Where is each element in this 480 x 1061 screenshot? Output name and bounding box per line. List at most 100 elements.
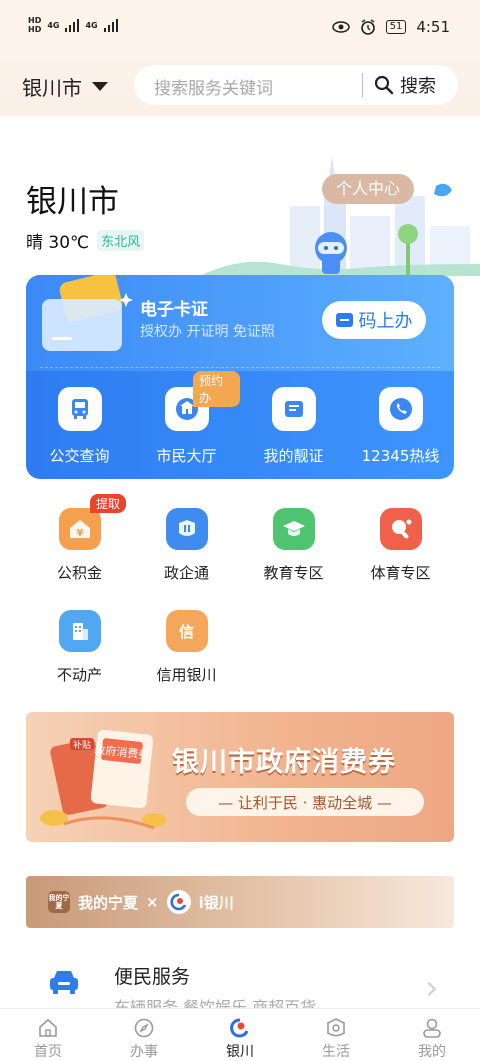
ecard-subtitle: 授权办 开证明 免证照: [140, 324, 275, 340]
search-input[interactable]: 搜索服务关键词: [154, 74, 273, 99]
bottom-tab-bar: 首页 办事 银川 生活 我的: [0, 1008, 480, 1061]
consumption-voucher-banner[interactable]: 政府消费券 补贴 银川市政府消费券 — 让利于民 · 惠动全城 —: [26, 712, 454, 842]
tab-home[interactable]: 首页: [0, 1009, 96, 1061]
phone-icon: [378, 387, 423, 431]
id-card-illustration-icon: [42, 275, 133, 351]
svg-text:¥: ¥: [76, 528, 83, 539]
code-handle-button[interactable]: 码上办: [322, 301, 426, 339]
ecard-panel: 电子卡证 授权办 开证明 免证照 码上办 公交查询 预约办 市民大厅 我的靓证: [26, 275, 454, 479]
ecard-title: 电子卡证: [140, 300, 208, 320]
signal1-icon: [65, 18, 80, 32]
shortcut-label: 公交查询: [49, 447, 110, 465]
status-right: 51 4:51: [331, 18, 450, 36]
banner-title: 银川市政府消费券: [172, 747, 396, 778]
chevron-right-icon: [421, 981, 437, 997]
withdraw-badge: 提取: [90, 494, 127, 513]
convenience-title: 便民服务: [114, 966, 191, 988]
shortcut-label: 我的靓证: [263, 447, 324, 465]
ecard-header[interactable]: 电子卡证 授权办 开证明 免证照 码上办: [26, 275, 454, 371]
network2-label: 4G: [85, 20, 98, 30]
certificate-icon: [271, 387, 316, 431]
eye-icon: [331, 21, 350, 33]
personal-center-button[interactable]: 个人中心: [322, 174, 415, 204]
cobrand-cross: ×: [146, 893, 159, 911]
tab-services[interactable]: 办事: [96, 1009, 192, 1061]
caret-down-icon: [92, 82, 108, 91]
service-credit[interactable]: 信 信用银川: [133, 610, 240, 712]
card-icon: [335, 313, 353, 327]
sim-indicators: HD HD: [28, 16, 41, 34]
shortcut-label: 12345热线: [361, 447, 440, 465]
banner-subtitle: — 让利于民 · 惠动全城 —: [186, 788, 424, 816]
tab-label: 银川: [226, 1044, 254, 1060]
voucher-illustration: 政府消费券 补贴: [40, 729, 166, 830]
yinchuan-logo-icon: [230, 1018, 249, 1038]
home-icon: [39, 1018, 57, 1037]
service-enterprise[interactable]: 政企通: [133, 508, 240, 610]
code-handle-label: 码上办: [358, 311, 413, 332]
clock: 4:51: [416, 18, 450, 36]
wind-tag: 东北风: [97, 230, 145, 251]
tab-label: 首页: [34, 1044, 62, 1060]
shortcut-my-certificate[interactable]: 我的靓证: [240, 387, 347, 466]
search-button[interactable]: 搜索: [374, 72, 436, 98]
tab-label: 生活: [322, 1044, 350, 1060]
shortcut-citizen-hall[interactable]: 预约办 市民大厅: [133, 371, 240, 466]
status-left: HD HD 4G 4G: [28, 16, 118, 34]
cobrand-right: i银川: [198, 893, 234, 912]
sim2-label: HD: [28, 25, 42, 34]
alarm-icon: [360, 19, 375, 35]
signal2-icon: [103, 18, 118, 32]
cobrand-left: 我的宁夏: [78, 893, 139, 912]
hero: 银川市 晴 30℃ 东北风 个人中心: [0, 116, 480, 276]
shortcut-label: 市民大厅: [156, 447, 217, 465]
cobrand-strip[interactable]: 我的宁夏 我的宁夏 × i银川: [26, 876, 454, 928]
subsidy-tag: 补贴: [73, 739, 91, 751]
my-ningxia-logo-icon: 我的宁夏: [48, 891, 70, 913]
convenience-service[interactable]: 便民服务 车辆服务 餐饮娱乐 商超百货: [0, 948, 480, 1017]
appointment-badge: 预约办: [193, 371, 240, 407]
city-selector[interactable]: 银川市: [22, 72, 108, 101]
service-row: 提取 ¥ 公积金 政企通 教育专区 体育专区: [26, 494, 454, 610]
service-label: 政企通: [163, 564, 209, 582]
credit-glyph: 信: [178, 622, 194, 641]
service-real-estate[interactable]: 不动产: [26, 610, 133, 712]
user-icon: [423, 1018, 441, 1038]
education-icon: [272, 508, 315, 550]
tab-yinchuan[interactable]: 银川: [192, 1009, 288, 1061]
weather-text: 晴 30℃: [26, 233, 90, 253]
city-skyline-illustration: [200, 156, 480, 276]
service-grid: 提取 ¥ 公积金 政企通 教育专区 体育专区 不动产 信 信用银川: [26, 494, 454, 712]
service-label: 体育专区: [370, 564, 431, 582]
service-education[interactable]: 教育专区: [240, 508, 347, 610]
ecard-divider: [40, 367, 440, 368]
weather-info: 晴 30℃ 东北风: [26, 228, 145, 253]
shortcut-hotline[interactable]: 12345热线: [347, 387, 454, 466]
enterprise-icon: [165, 508, 208, 550]
header: 银川市 搜索服务关键词 搜索: [0, 56, 480, 116]
battery-indicator: 51: [385, 20, 407, 34]
network1-label: 4G: [47, 20, 60, 30]
tab-label: 办事: [130, 1044, 158, 1060]
tab-mine[interactable]: 我的: [384, 1009, 480, 1061]
status-bar: HD HD 4G 4G 51 4:51: [0, 0, 480, 56]
search-icon: [374, 75, 394, 95]
service-housing-fund[interactable]: 提取 ¥ 公积金: [26, 494, 133, 610]
i-yinchuan-logo-icon: [166, 890, 191, 914]
ecard-shortcuts: 公交查询 预约办 市民大厅 我的靓证 12345热线: [26, 371, 454, 466]
real-estate-icon: [58, 610, 101, 652]
sports-icon: [379, 508, 422, 550]
life-icon: [327, 1018, 345, 1037]
bus-icon: [57, 387, 102, 431]
search-button-label: 搜索: [400, 76, 436, 97]
city-selector-label: 银川市: [22, 76, 82, 100]
service-label: 不动产: [56, 666, 102, 684]
service-label: 信用银川: [156, 666, 217, 684]
fund-icon: ¥: [58, 508, 101, 550]
service-sports[interactable]: 体育专区: [347, 508, 454, 610]
service-label: 教育专区: [263, 564, 324, 582]
tab-life[interactable]: 生活: [288, 1009, 384, 1061]
search-box[interactable]: 搜索服务关键词 搜索: [134, 65, 458, 105]
shortcut-bus-query[interactable]: 公交查询: [26, 387, 133, 466]
search-divider: [362, 73, 363, 97]
